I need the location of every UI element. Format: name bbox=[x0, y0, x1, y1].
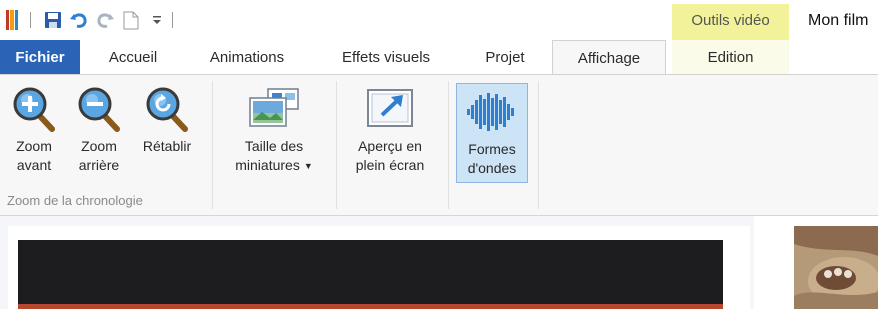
zoom-in-icon bbox=[10, 81, 58, 137]
save-icon[interactable] bbox=[40, 7, 66, 33]
new-document-icon[interactable] bbox=[118, 7, 144, 33]
zoom-out-button[interactable]: Zoom arrière bbox=[70, 81, 128, 175]
thumbnail-size-label-1: Taille des bbox=[244, 138, 304, 154]
thumbnail-size-button[interactable]: Taille des miniatures ▼ bbox=[216, 81, 332, 177]
video-preview-frame-edge bbox=[18, 304, 723, 309]
tab-project[interactable]: Projet bbox=[470, 40, 540, 74]
video-tools-group-header: Outils vidéo bbox=[672, 4, 789, 40]
tab-animations[interactable]: Animations bbox=[194, 40, 300, 74]
tab-file[interactable]: Fichier bbox=[0, 40, 80, 74]
group-separator bbox=[448, 81, 449, 209]
zoom-out-label-1: Zoom bbox=[81, 138, 117, 154]
customize-toolbar-icon[interactable] bbox=[144, 7, 170, 33]
tab-visual-effects[interactable]: Effets visuels bbox=[327, 40, 445, 74]
waveforms-label-1: Formes bbox=[468, 141, 516, 157]
thumbnail-size-icon bbox=[248, 81, 300, 137]
undo-icon[interactable] bbox=[66, 7, 92, 33]
waveforms-label-2: d'ondes bbox=[467, 160, 517, 176]
waveform-icon bbox=[465, 84, 519, 140]
fullscreen-preview-label-1: Aperçu en bbox=[358, 138, 422, 154]
window-title: Mon film bbox=[808, 12, 869, 29]
fullscreen-preview-icon bbox=[365, 81, 415, 137]
zoom-in-label-1: Zoom bbox=[16, 138, 52, 154]
zoom-in-button[interactable]: Zoom avant bbox=[5, 81, 63, 175]
tab-edit[interactable]: Edition bbox=[672, 40, 789, 74]
quick-access-toolbar bbox=[0, 0, 660, 40]
app-icon[interactable] bbox=[6, 10, 18, 30]
zoom-group-label: Zoom de la chronologie bbox=[7, 193, 143, 208]
clip-thumbnail[interactable] bbox=[794, 226, 878, 309]
toolbar-separator bbox=[30, 12, 31, 28]
ribbon-tabs: Fichier Accueil Animations Effets visuel… bbox=[0, 40, 878, 75]
redo-icon[interactable] bbox=[92, 7, 118, 33]
zoom-out-icon bbox=[75, 81, 123, 137]
tab-view[interactable]: Affichage bbox=[552, 40, 666, 75]
zoom-reset-label: Rétablir bbox=[142, 138, 192, 154]
toolbar-separator bbox=[172, 12, 173, 28]
ribbon-panel: Zoom avant Zoom arrière Rétablir Zoom de… bbox=[0, 74, 878, 216]
fullscreen-preview-label-2: plein écran bbox=[355, 157, 425, 173]
video-preview[interactable] bbox=[18, 240, 723, 306]
group-separator bbox=[212, 81, 213, 209]
thumbnail-size-label-2: miniatures ▼ bbox=[235, 157, 313, 173]
group-separator bbox=[336, 81, 337, 209]
zoom-reset-icon bbox=[143, 81, 191, 137]
chevron-down-icon: ▼ bbox=[303, 161, 313, 171]
group-separator bbox=[538, 81, 539, 209]
waveforms-button[interactable]: Formes d'ondes bbox=[456, 83, 528, 183]
tab-home[interactable]: Accueil bbox=[88, 40, 178, 74]
fullscreen-preview-button[interactable]: Aperçu en plein écran bbox=[340, 81, 440, 175]
zoom-out-label-2: arrière bbox=[78, 157, 120, 173]
zoom-in-label-2: avant bbox=[16, 157, 52, 173]
zoom-reset-button[interactable]: Rétablir bbox=[134, 81, 200, 156]
